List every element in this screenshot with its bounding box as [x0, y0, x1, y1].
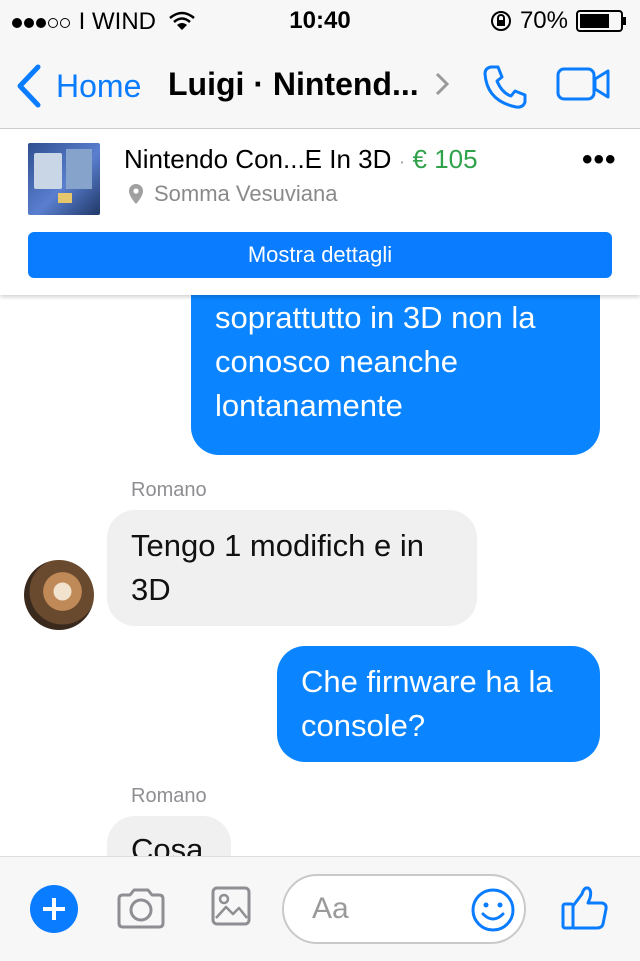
- orientation-lock-icon: [490, 11, 511, 31]
- listing-thumbnail[interactable]: [28, 143, 100, 215]
- sender-name: Romano: [131, 785, 207, 807]
- video-camera-icon[interactable]: [556, 66, 610, 102]
- message-line: conosco neanche: [215, 344, 459, 379]
- status-right: 70%: [490, 7, 628, 35]
- more-options-icon[interactable]: •••: [582, 143, 617, 177]
- message-line: lontanamente: [215, 388, 403, 423]
- message-bubble-incoming[interactable]: Tengo 1 modifich e in 3D: [107, 510, 477, 626]
- message-line: soprattutto in 3D non la: [215, 300, 536, 335]
- gallery-icon[interactable]: [210, 885, 252, 927]
- listing-separator: ·: [398, 151, 406, 173]
- conversation-title[interactable]: Luigi · Nintend...: [168, 66, 424, 103]
- listing-title: Nintendo Con...E In 3D: [124, 144, 392, 174]
- back-label: Home: [56, 67, 142, 104]
- back-chevron-icon: [17, 64, 41, 108]
- show-details-button[interactable]: Mostra dettagli: [28, 232, 612, 278]
- listing-location: Somma Vesuviana: [128, 181, 337, 207]
- battery-icon: [576, 10, 626, 32]
- location-text: Somma Vesuviana: [154, 181, 338, 206]
- thumbs-up-icon[interactable]: [560, 884, 610, 932]
- plus-icon[interactable]: [30, 885, 78, 933]
- phone-icon[interactable]: [482, 64, 528, 110]
- battery-percentage: 70%: [519, 7, 568, 34]
- back-button[interactable]: Home: [14, 64, 141, 108]
- message-input-placeholder: Aa: [312, 892, 349, 925]
- message-bubble-outgoing[interactable]: soprattutto in 3D non la conosco neanche…: [191, 282, 600, 455]
- location-pin-icon: [129, 184, 143, 204]
- marketplace-listing-card: Nintendo Con...E In 3D · € 105 ••• Somma…: [0, 129, 640, 295]
- message-line: Tengo 1 modifich e in: [131, 528, 424, 563]
- message-bubble-outgoing[interactable]: Che firnware ha la console?: [277, 646, 600, 762]
- composer-bar: Aa: [0, 856, 640, 961]
- sender-name: Romano: [131, 479, 207, 501]
- listing-price: € 105: [412, 144, 478, 174]
- camera-icon[interactable]: [116, 887, 166, 929]
- listing-title-line[interactable]: Nintendo Con...E In 3D · € 105: [124, 144, 478, 175]
- nav-bar: Home Luigi · Nintend...: [0, 40, 640, 129]
- emoji-icon[interactable]: [470, 887, 516, 933]
- message-line: console?: [301, 708, 426, 743]
- message-line: Che firnware ha la: [301, 664, 553, 699]
- message-line: 3D: [131, 572, 171, 607]
- avatar[interactable]: [24, 560, 94, 630]
- status-bar: I WIND 10:40 70%: [0, 0, 640, 40]
- chevron-right-icon[interactable]: [434, 70, 450, 98]
